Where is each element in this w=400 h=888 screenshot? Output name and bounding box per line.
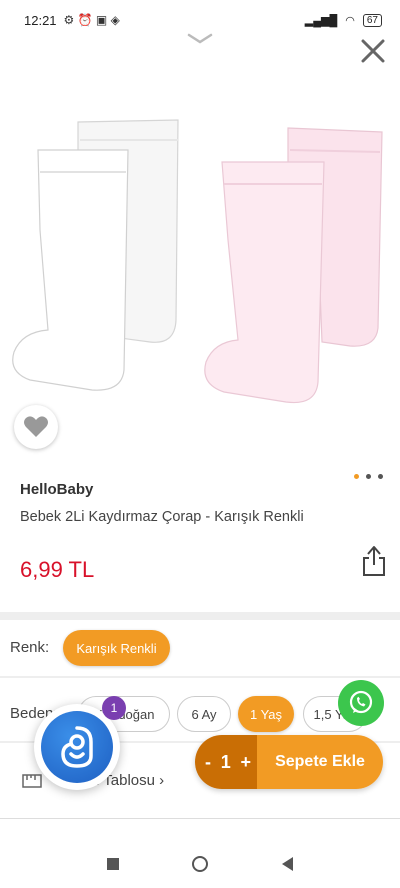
system-nav-bar <box>0 840 400 888</box>
quantity-stepper: - 1 + <box>195 735 257 789</box>
carousel-dot[interactable] <box>378 474 383 479</box>
signal-icon: ▂▄▆█ <box>304 14 338 27</box>
notification-icons: ⚙ ⏰ ▣ ◈ <box>63 13 120 27</box>
ruler-icon <box>22 774 42 788</box>
recent-apps-icon[interactable] <box>106 858 119 870</box>
add-to-cart-bar: - 1 + Sepete Ekle <box>195 735 383 789</box>
status-time: 12:21 <box>24 12 57 28</box>
carousel-dot[interactable] <box>366 474 371 479</box>
heart-icon <box>24 416 48 437</box>
section-divider <box>0 612 400 620</box>
product-title: Bebek 2Li Kaydırmaz Çorap - Karışık Renk… <box>20 509 304 525</box>
assistant-logo-icon <box>41 711 113 783</box>
product-brand[interactable]: HelloBaby <box>20 481 93 498</box>
back-icon[interactable] <box>282 857 294 871</box>
add-to-cart-button[interactable]: Sepete Ekle <box>257 735 383 789</box>
bottom-divider <box>0 818 400 819</box>
whatsapp-button[interactable] <box>338 680 384 726</box>
whatsapp-icon <box>349 690 373 714</box>
close-icon[interactable] <box>358 36 388 66</box>
color-option-selected[interactable]: Karışık Renkli <box>63 630 170 666</box>
battery-indicator: 67 <box>362 13 382 27</box>
home-icon[interactable] <box>192 856 209 872</box>
carousel-dot[interactable] <box>354 474 359 479</box>
decrease-quantity-button[interactable]: - <box>205 752 211 773</box>
size-option-6-ay[interactable]: 6 Ay <box>177 696 231 732</box>
increase-quantity-button[interactable]: + <box>240 752 251 773</box>
section-divider <box>0 676 400 678</box>
quantity-value: 1 <box>220 751 231 772</box>
size-option-1-yas[interactable]: 1 Yaş <box>238 696 294 732</box>
color-label: Renk: <box>10 639 50 656</box>
notification-badge: 1 <box>102 696 126 720</box>
product-image[interactable] <box>0 110 400 420</box>
wifi-icon: ◠ <box>345 14 355 27</box>
favorite-button[interactable] <box>14 405 58 449</box>
product-price: 6,99 TL <box>20 557 95 582</box>
chevron-down-icon[interactable] <box>186 30 214 48</box>
share-icon[interactable] <box>361 544 387 578</box>
image-carousel-dots <box>354 474 383 479</box>
